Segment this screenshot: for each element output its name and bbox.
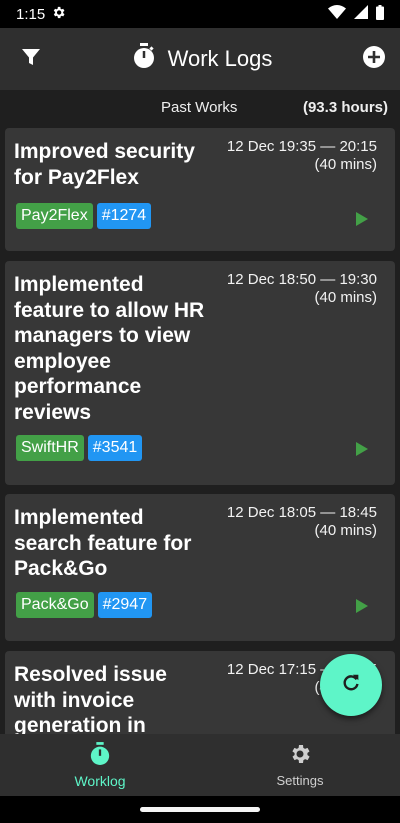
work-log-time-range: 12 Dec 18:50 — 19:30 (226, 271, 377, 288)
work-log-card[interactable]: Improved security for Pay2Flex 12 Dec 19… (5, 128, 395, 251)
play-icon[interactable] (356, 442, 368, 456)
work-log-time-range: 12 Dec 19:35 — 20:15 (226, 138, 377, 155)
work-log-time: 12 Dec 18:50 — 19:30 (40 mins) (227, 271, 377, 307)
home-gesture-handle[interactable] (140, 807, 260, 812)
filter-icon[interactable] (20, 46, 42, 73)
work-log-title: Implemented feature to allow HR managers… (14, 273, 205, 424)
nav-item-worklog[interactable]: Worklog (0, 734, 200, 796)
system-gesture-bar (0, 796, 400, 823)
work-log-tags: Pay2Flex #1274 (16, 203, 152, 229)
gear-icon (288, 742, 312, 769)
status-time: 1:15 (16, 5, 46, 23)
bottom-navigation: Worklog Settings (0, 734, 400, 796)
summary-header: Past Works (93.3 hours) (0, 90, 400, 124)
ticket-tag[interactable]: #1274 (96, 203, 152, 229)
work-log-time-range: 12 Dec 18:05 — 18:45 (226, 504, 377, 521)
cellular-signal-icon (354, 5, 368, 23)
refresh-button[interactable] (320, 654, 382, 716)
play-icon[interactable] (356, 599, 368, 613)
work-log-title: Implemented search feature for Pack&Go (14, 506, 192, 581)
work-log-card[interactable]: Implemented search feature for Pack&Go 1… (5, 494, 395, 641)
play-icon[interactable] (356, 212, 368, 226)
app-title-group: Work Logs (132, 43, 273, 75)
summary-label: Past Works (161, 99, 238, 116)
work-log-title: Resolved issue with invoice generation i… (14, 663, 167, 734)
work-log-duration: (40 mins) (314, 289, 377, 306)
work-log-time: 12 Dec 19:35 — 20:15 (40 mins) (227, 138, 377, 174)
project-tag[interactable]: SwiftHR (16, 435, 84, 461)
battery-icon (376, 4, 384, 24)
stopwatch-icon (132, 43, 156, 75)
work-log-title: Improved security for Pay2Flex (14, 140, 195, 189)
nav-item-settings[interactable]: Settings (200, 734, 400, 796)
nav-label: Worklog (74, 772, 126, 789)
work-log-tags: Pack&Go #2947 (16, 592, 153, 618)
ticket-tag[interactable]: #3541 (87, 435, 143, 461)
wifi-icon (328, 5, 346, 23)
app-bar: Work Logs (0, 28, 400, 90)
work-log-time: 12 Dec 18:05 — 18:45 (40 mins) (227, 504, 377, 540)
work-log-list[interactable]: Improved security for Pay2Flex 12 Dec 19… (0, 124, 400, 734)
refresh-icon (340, 672, 362, 699)
settings-gear-icon (51, 5, 66, 24)
work-log-tags: SwiftHR #3541 (16, 435, 143, 461)
work-log-duration: (40 mins) (314, 522, 377, 539)
status-bar: 1:15 (0, 0, 400, 28)
page-title: Work Logs (167, 46, 273, 71)
summary-hours: (93.3 hours) (302, 99, 388, 116)
project-tag[interactable]: Pay2Flex (16, 203, 93, 229)
ticket-tag[interactable]: #2947 (97, 592, 153, 618)
work-log-duration: (40 mins) (314, 156, 377, 173)
nav-label: Settings (276, 773, 324, 788)
project-tag[interactable]: Pack&Go (16, 592, 94, 618)
work-log-card[interactable]: Implemented feature to allow HR managers… (5, 261, 395, 485)
stopwatch-icon (89, 741, 111, 769)
status-right (328, 4, 384, 24)
add-circle-icon[interactable] (362, 45, 386, 74)
status-left: 1:15 (16, 5, 66, 24)
